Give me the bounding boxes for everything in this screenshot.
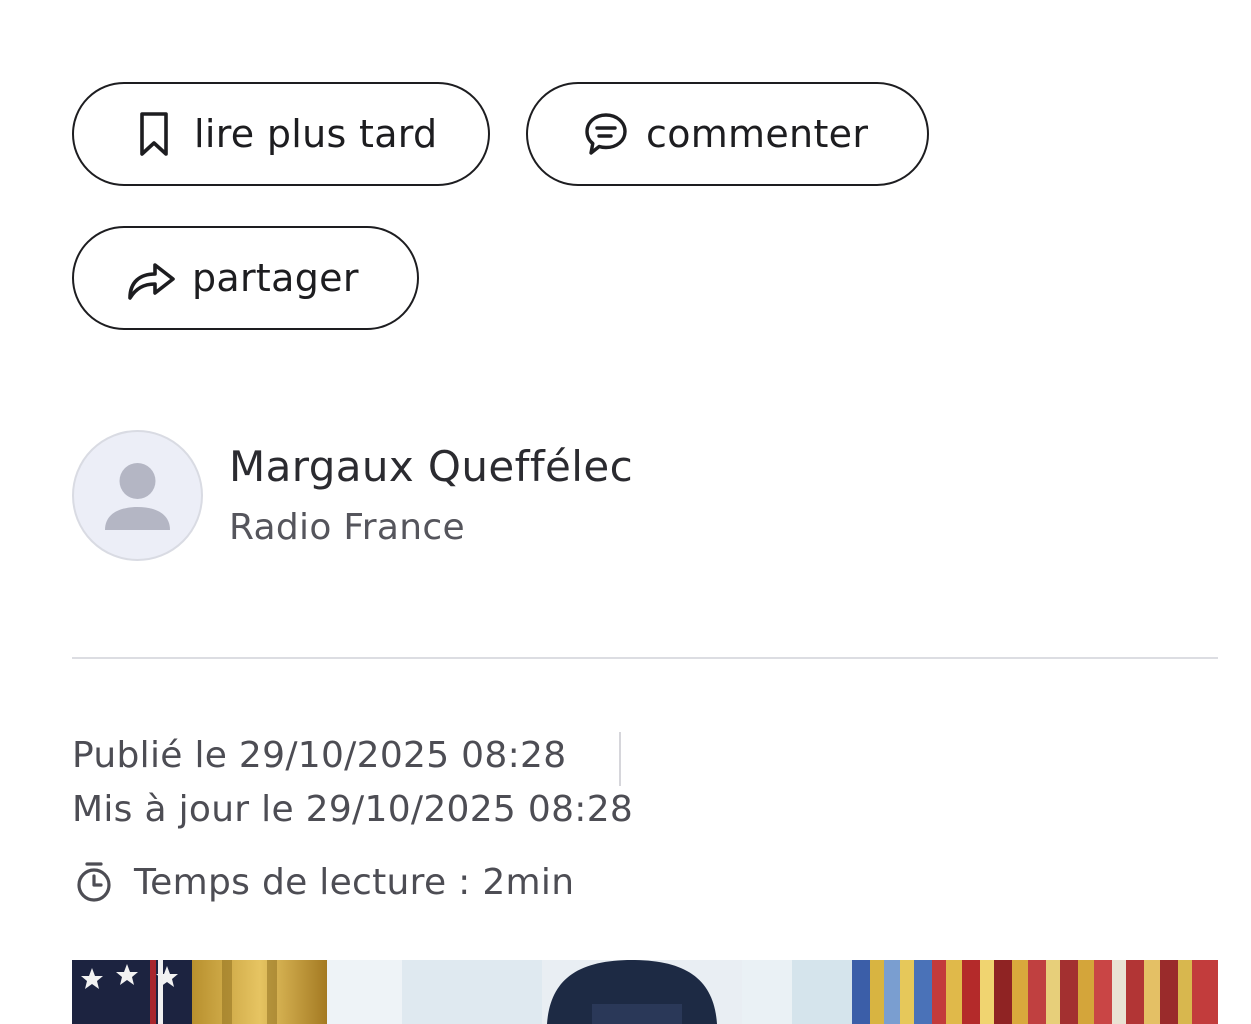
avatar <box>72 430 203 561</box>
reading-time: Temps de lecture : 2min <box>74 860 574 904</box>
comment-label: commenter <box>646 112 869 156</box>
read-later-button[interactable]: lire plus tard <box>72 82 490 186</box>
comment-bubble-icon <box>580 108 632 160</box>
comment-button[interactable]: commenter <box>526 82 929 186</box>
share-arrow-icon <box>126 252 178 304</box>
share-button[interactable]: partager <box>72 226 419 330</box>
article-hero-image <box>72 960 1218 1024</box>
published-date: Publié le 29/10/2025 08:28 <box>72 735 567 776</box>
author-name[interactable]: Margaux Queffélec <box>229 442 633 491</box>
author-organization: Radio France <box>229 507 465 548</box>
share-label: partager <box>192 256 359 300</box>
updated-date: Mis à jour le 29/10/2025 08:28 <box>72 789 634 830</box>
reading-time-label: Temps de lecture : 2min <box>134 861 575 903</box>
bookmark-icon <box>128 108 180 160</box>
read-later-label: lire plus tard <box>194 112 438 156</box>
stopwatch-icon <box>77 862 111 902</box>
article-photo <box>72 960 1218 1024</box>
divider <box>72 657 1218 659</box>
user-placeholder-icon <box>105 463 170 530</box>
date-separator <box>619 732 621 786</box>
